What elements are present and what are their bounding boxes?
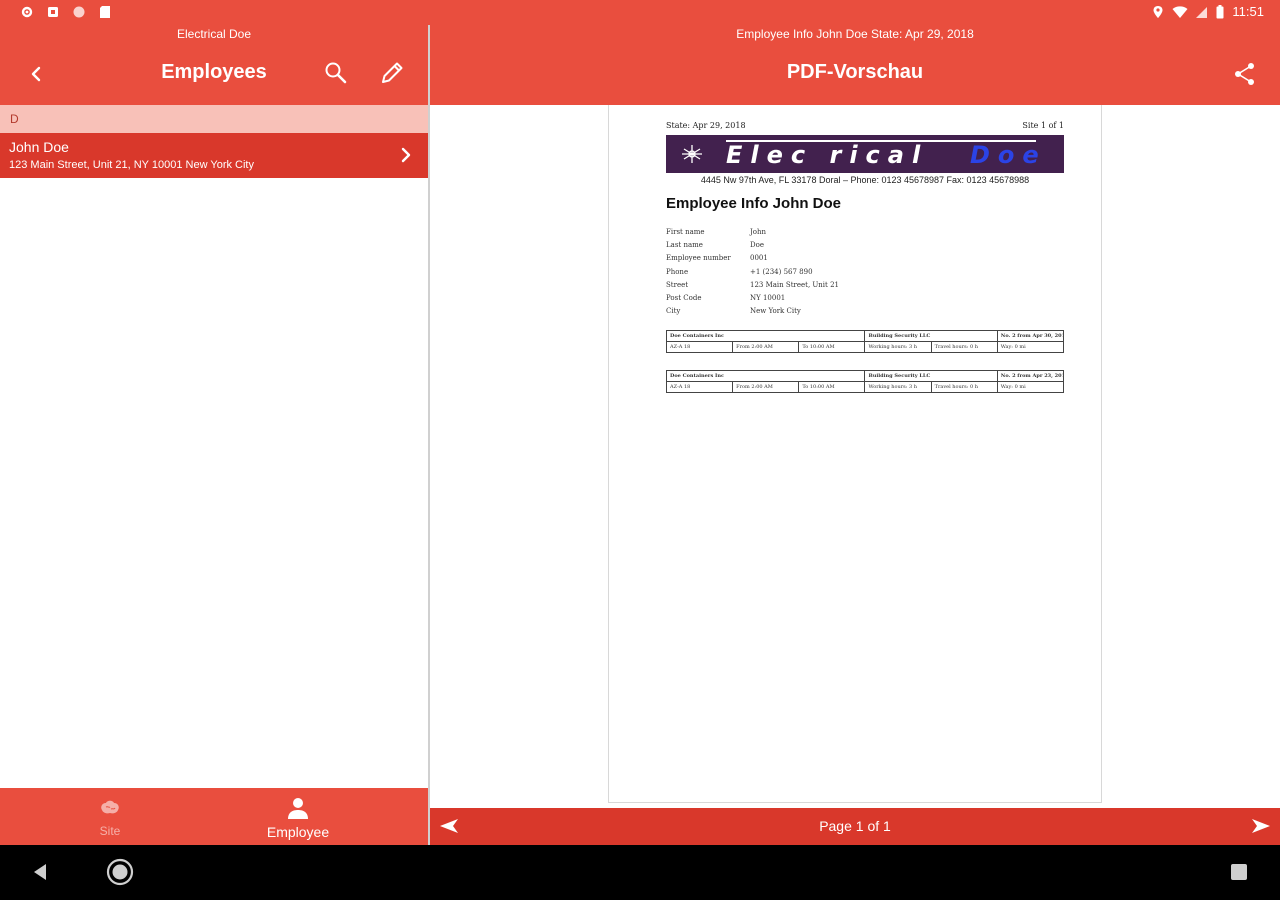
pdf-table-cell: From 2:00 AM — [732, 341, 800, 353]
pdf-field-row: First name John — [666, 225, 839, 238]
share-icon[interactable] — [1232, 61, 1258, 87]
pdf-field-value: 123 Main Street, Unit 21 — [750, 280, 839, 289]
pdf-heading: Employee Info John Doe — [666, 195, 842, 212]
banner-brand-accent: Doe — [970, 141, 1047, 169]
pdf-table-cell: AZ-A 18 — [665, 381, 734, 393]
gear-icon — [21, 6, 33, 18]
pdf-field-row: City New York City — [666, 305, 839, 318]
pdf-table-cell: Travel hours: 0 h — [930, 381, 998, 393]
pdf-employee-fields: First name John Last name Doe Employee num… — [666, 225, 839, 318]
pdf-field-label: Last name — [666, 240, 703, 249]
company-subtitle: Electrical Doe — [176, 27, 252, 41]
system-back-icon[interactable] — [30, 862, 50, 882]
pdf-field-label: First name — [666, 227, 705, 236]
pdf-field-row: Street 123 Main Street, Unit 21 — [666, 278, 839, 291]
pdf-table-header-row: Doe Containers Inc Building Security LLC… — [665, 370, 1065, 382]
nav-tab-employee[interactable]: Employee — [200, 788, 396, 845]
pdf-table-cell: To 10:00 AM — [798, 341, 866, 353]
pdf-table-header-row: Doe Containers Inc Building Security LLC… — [665, 330, 1065, 342]
pdf-table-cell: No. 2 from Apr 30, 2018 — [996, 330, 1065, 342]
pdf-table-cell: Doe Containers Inc — [665, 370, 866, 382]
employee-list-pane: Electrical Doe Employees D John Doe 123 … — [0, 25, 428, 845]
sd-card-icon — [100, 6, 110, 18]
pdf-field-label: Street — [666, 280, 689, 289]
status-time: 11:51 — [1232, 4, 1264, 19]
pdf-table-cell: Way: 0 mi — [996, 381, 1065, 393]
pdf-page: State: Apr 29, 2018 Site 1 of 1 Elec ric… — [608, 105, 1102, 803]
search-icon[interactable] — [322, 59, 350, 87]
circle-icon — [73, 6, 85, 18]
person-icon — [288, 798, 308, 819]
pdf-company-banner: Elec rical Doe — [666, 135, 1064, 173]
pdf-pager: Page 1 of 1 — [430, 808, 1280, 845]
section-header-letter: D — [0, 105, 428, 133]
battery-icon — [1216, 4, 1224, 18]
pdf-job-table: Doe Containers Inc Building Security LLC… — [665, 330, 1065, 353]
pdf-table-cell: Building Security LLC — [864, 330, 998, 342]
pdf-field-label: Employee number — [666, 254, 731, 263]
notification-icon — [48, 7, 58, 17]
pdf-field-value: +1 (234) 567 890 — [750, 267, 813, 276]
pdf-table-cell: No. 2 from Apr 23, 2018 — [996, 370, 1065, 382]
system-navigation-bar — [0, 845, 1280, 900]
pdf-field-row: Phone +1 (234) 567 890 — [666, 265, 839, 278]
pdf-table-cell: Travel hours: 0 h — [930, 341, 998, 353]
pdf-table-cell: Working hours: 3 h — [864, 381, 932, 393]
nav-tab-site-label: Site — [99, 824, 121, 838]
document-subtitle: Employee Info John Doe State: Apr 29, 20… — [736, 27, 974, 41]
pdf-table-cell: To 10:00 AM — [798, 381, 866, 393]
pdf-state-date: State: Apr 29, 2018 — [666, 121, 746, 130]
status-bar: 11:51 — [0, 0, 1280, 25]
pdf-field-value: New York City — [750, 307, 801, 316]
chevron-right-icon — [401, 147, 411, 163]
preview-title: PDF-Vorschau — [786, 61, 924, 83]
pdf-field-value: NY 10001 — [750, 294, 786, 303]
pdf-page-number: Site 1 of 1 — [1022, 121, 1064, 130]
left-app-bar: Electrical Doe Employees — [0, 25, 428, 105]
pdf-field-label: Phone — [666, 267, 689, 276]
pdf-table-cell: Doe Containers Inc — [665, 330, 866, 342]
pdf-field-label: City — [666, 307, 681, 316]
nav-tab-employee-label: Employee — [266, 824, 330, 840]
brain-icon — [101, 800, 119, 814]
pdf-table-row: AZ-A 18 From 2:00 AM To 10:00 AM Working… — [665, 341, 1065, 353]
pdf-table-cell: From 2:00 AM — [732, 381, 800, 393]
wifi-icon — [1172, 5, 1188, 18]
pdf-preview-area[interactable]: State: Apr 29, 2018 Site 1 of 1 Elec ric… — [430, 105, 1280, 808]
system-home-icon[interactable] — [106, 858, 134, 886]
pdf-table-row: AZ-A 18 From 2:00 AM To 10:00 AM Working… — [665, 381, 1065, 393]
page-title: Employees — [161, 61, 267, 83]
page-indicator: Page 1 of 1 — [819, 818, 891, 834]
pdf-table-cell: Way: 0 mi — [996, 341, 1065, 353]
signal-icon — [1196, 6, 1208, 18]
pdf-table-cell: Building Security LLC — [864, 370, 998, 382]
pdf-table-cell: Working hours: 3 h — [864, 341, 932, 353]
pdf-job-table: Doe Containers Inc Building Security LLC… — [665, 370, 1065, 393]
pdf-field-value: 0001 — [750, 254, 768, 263]
right-app-bar: Employee Info John Doe State: Apr 29, 20… — [430, 25, 1280, 105]
pdf-field-value: Doe — [750, 240, 764, 249]
banner-brand-text: Elec rical — [726, 141, 929, 169]
pencil-icon[interactable] — [378, 59, 406, 87]
pdf-field-value: John — [750, 227, 767, 236]
company-logo-icon — [682, 145, 702, 163]
bottom-navigation: Site Employee — [0, 788, 428, 845]
nav-tab-site[interactable]: Site — [20, 788, 200, 845]
employee-name: John Doe — [9, 139, 69, 155]
next-page-icon[interactable] — [1250, 818, 1272, 834]
pdf-company-address: 4445 Nw 97th Ave, FL 33178 Doral – Phone… — [700, 175, 1030, 185]
location-icon — [1153, 5, 1163, 18]
employee-list-item[interactable]: John Doe 123 Main Street, Unit 21, NY 10… — [0, 133, 428, 178]
status-right-icons: 11:51 — [1152, 4, 1264, 19]
pdf-field-label: Post Code — [666, 294, 702, 303]
pdf-field-row: Last name Doe — [666, 238, 839, 251]
pdf-field-row: Post Code NY 10001 — [666, 291, 839, 304]
system-recents-icon[interactable] — [1230, 863, 1248, 881]
status-left-icons — [20, 5, 112, 19]
employee-address: 123 Main Street, Unit 21, NY 10001 New Y… — [9, 159, 254, 171]
pdf-table-cell: AZ-A 18 — [665, 341, 734, 353]
pdf-field-row: Employee number 0001 — [666, 252, 839, 265]
